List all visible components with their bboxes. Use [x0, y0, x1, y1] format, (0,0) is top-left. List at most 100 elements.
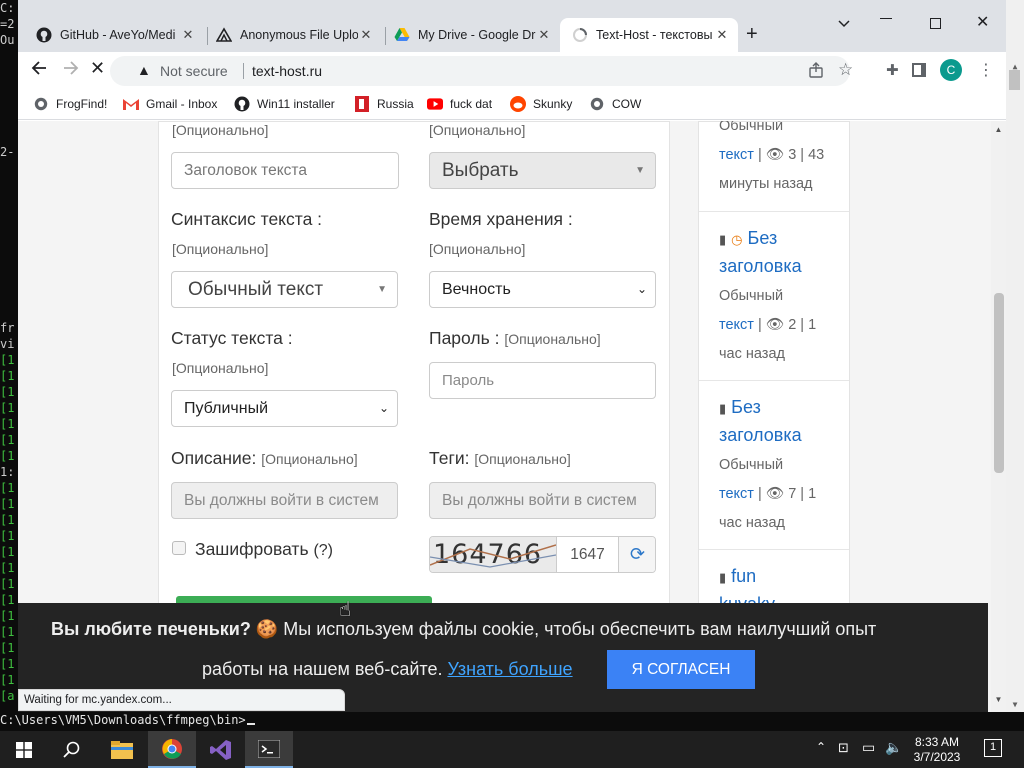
paste-syntax: Обычный: [719, 457, 784, 473]
tab-text-host[interactable]: Text-Host - текстовы ✕: [560, 18, 738, 52]
status-select[interactable]: Публичный ⌄: [171, 390, 398, 427]
taskbar: ⌃ ⊡ ▭ 🔈 8:33 AM 3/7/2023 1: [0, 731, 1024, 768]
caret-down-icon: ▼: [377, 284, 387, 295]
optional-hint: [Опционально]: [172, 241, 269, 257]
bookmark-fuck-dat[interactable]: fuck dat: [427, 96, 492, 112]
globe-icon: [33, 96, 49, 112]
list-item[interactable]: ▮ Без заголовка Обычный текст | 👁 7 | 1 …: [699, 380, 849, 549]
visual-studio-icon[interactable]: [197, 731, 245, 768]
display-icon[interactable]: ▭: [862, 739, 875, 756]
back-arrow-icon[interactable]: [31, 60, 47, 81]
tab-github[interactable]: GitHub - AveYo/Medi ✕: [24, 18, 204, 52]
stop-loading-icon[interactable]: ✕: [90, 58, 105, 78]
scroll-down-arrow-icon[interactable]: ▼: [991, 695, 1006, 704]
close-icon[interactable]: ✕: [180, 27, 196, 43]
page-scrollbar[interactable]: ▲ ▼: [991, 121, 1006, 712]
bookmark-cow[interactable]: COW: [589, 96, 641, 112]
clock[interactable]: 8:33 AM 3/7/2023: [912, 735, 962, 765]
forward-arrow-icon[interactable]: [63, 60, 79, 81]
share-icon[interactable]: [808, 62, 824, 81]
accept-cookies-button[interactable]: Я СОГЛАСЕН: [607, 650, 755, 689]
captcha-input[interactable]: 1647: [556, 537, 618, 572]
learn-more-link[interactable]: Узнать больше: [447, 659, 572, 679]
google-drive-icon: [394, 27, 410, 43]
terminal-taskbar-icon[interactable]: [245, 731, 293, 768]
security-status[interactable]: Not secure: [160, 63, 228, 79]
encrypt-checkbox[interactable]: [172, 541, 186, 555]
close-icon[interactable]: ✕: [536, 27, 552, 43]
title-input[interactable]: Заголовок текста: [171, 152, 399, 189]
volume-icon[interactable]: 🔈: [885, 739, 902, 756]
close-icon[interactable]: ✕: [714, 27, 730, 43]
terminal-scroll-thumb[interactable]: [1009, 70, 1020, 90]
bookmark-russia[interactable]: Russia: [354, 96, 414, 112]
expiry-label: Время хранения :: [429, 209, 573, 229]
bookmark-gmail[interactable]: Gmail - Inbox: [123, 96, 217, 112]
paste-title[interactable]: заголовка: [719, 421, 802, 449]
menu-dots-icon[interactable]: ⋮: [978, 60, 994, 80]
maximize-icon[interactable]: [930, 18, 941, 29]
cookie-message: работы на нашем веб-сайте. Узнать больше: [202, 659, 573, 679]
paste-meta: текст | 👁 2 | 1: [719, 317, 817, 333]
paste-title[interactable]: заголовка: [719, 252, 802, 280]
scroll-up-arrow-icon[interactable]: ▲: [991, 125, 1006, 134]
paste-title[interactable]: ▮ Без: [719, 393, 761, 423]
search-icon[interactable]: [48, 731, 96, 768]
paste-title[interactable]: ▮ ◷ Без: [719, 224, 777, 254]
tags-input[interactable]: Вы должны войти в систем: [429, 482, 656, 519]
chevron-up-icon[interactable]: ⌃: [816, 740, 826, 754]
bookmark-star-icon[interactable]: ☆: [838, 60, 853, 80]
side-panel-icon[interactable]: [912, 63, 926, 77]
list-item[interactable]: ▮ ◷ Без заголовка Обычный текст | 👁 2 | …: [699, 211, 849, 380]
refresh-icon[interactable]: ⟳: [618, 537, 655, 572]
tab-anonymous-file-upload[interactable]: Anonymous File Uplo ✕: [204, 18, 382, 52]
extensions-puzzle-icon[interactable]: ✚: [886, 61, 899, 79]
start-windows-icon[interactable]: [0, 731, 48, 768]
terminal-scrollbar[interactable]: ▲ ▼: [1006, 0, 1024, 712]
minimize-icon[interactable]: [880, 18, 892, 19]
file-explorer-icon[interactable]: [98, 731, 146, 768]
network-icon[interactable]: ⊡: [838, 740, 849, 756]
tab-title: My Drive - Google Dr: [418, 28, 536, 42]
url-text[interactable]: text-host.ru: [252, 63, 322, 79]
paste-syntax: Обычный: [719, 288, 784, 304]
scroll-down-arrow-icon[interactable]: ▼: [1006, 700, 1024, 709]
new-tab-button[interactable]: +: [746, 24, 758, 44]
paste-syntax: Обычный: [719, 121, 784, 134]
password-input[interactable]: Пароль: [429, 362, 656, 399]
bookmark-skunky[interactable]: Skunky: [510, 96, 572, 112]
syntax-select[interactable]: Обычный текст ▼: [171, 271, 398, 308]
category-select[interactable]: Выбрать ▼: [429, 152, 656, 189]
terminal-prompt[interactable]: C:\Users\VM5\Downloads\ffmpeg\bin>: [0, 712, 255, 730]
status-label: Статус текста :: [171, 328, 293, 348]
help-icon[interactable]: (?): [313, 542, 333, 559]
reddit-icon: [510, 96, 526, 112]
chrome-taskbar-icon[interactable]: [148, 731, 196, 768]
gmail-icon: [123, 96, 139, 112]
close-icon[interactable]: ✕: [358, 27, 374, 43]
description-input[interactable]: Вы должны войти в систем: [171, 482, 398, 519]
paste-title[interactable]: ▮ fun: [719, 562, 756, 592]
warning-triangle-icon[interactable]: ▲: [137, 62, 151, 78]
terminal-line: [1: [0, 513, 15, 527]
notification-icon[interactable]: 1: [984, 739, 1002, 757]
tab-google-drive[interactable]: My Drive - Google Dr ✕: [382, 18, 560, 52]
browser-toolbar: ✕ ▲ Not secure text-host.ru ☆ ✚ C ⋮: [18, 52, 1006, 89]
tab-search-icon[interactable]: [838, 16, 850, 32]
close-window-icon[interactable]: ✕: [976, 12, 989, 32]
terminal-line: fr: [0, 321, 15, 335]
page-scroll-thumb[interactable]: [994, 293, 1004, 473]
expiry-select[interactable]: Вечность ⌄: [429, 271, 656, 308]
bookmark-win11-installer[interactable]: Win11 installer: [234, 96, 335, 112]
optional-hint: [Опционально]: [429, 241, 526, 257]
profile-avatar[interactable]: C: [940, 59, 962, 81]
encrypt-label[interactable]: Зашифровать (?): [195, 539, 333, 560]
address-bar[interactable]: ▲ Not secure text-host.ru ☆: [110, 56, 853, 86]
captcha-group: 164766 1647 ⟳: [429, 536, 656, 573]
bookmark-frogfind[interactable]: FrogFind!: [33, 96, 107, 112]
